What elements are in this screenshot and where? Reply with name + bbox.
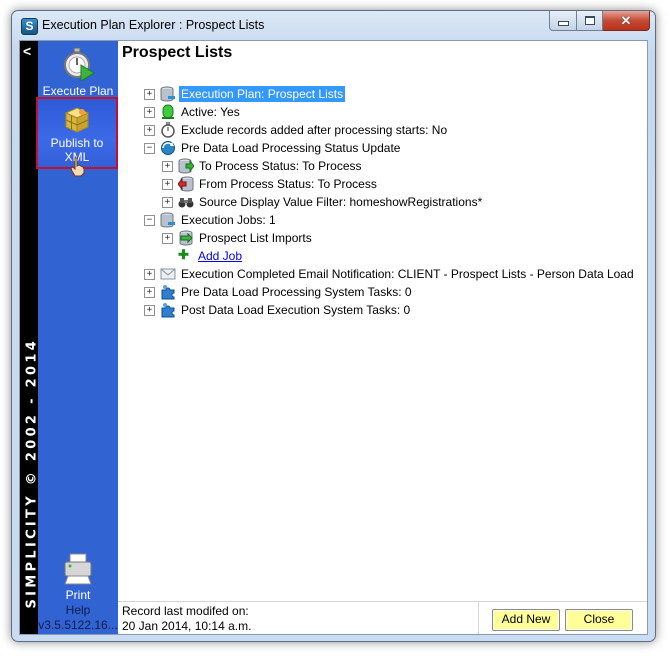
footer-divider: [478, 602, 479, 634]
tree-node-pre-data-load-status[interactable]: − Pre Data Load Processing Status Update: [144, 139, 402, 157]
add-job-label[interactable]: Add Job: [196, 248, 244, 264]
tree-label: Active: Yes: [181, 105, 240, 119]
title-bar[interactable]: S Execution Plan Explorer : Prospect Lis…: [12, 11, 655, 41]
expand-toggle[interactable]: +: [162, 196, 173, 208]
tree-node-to-process-status[interactable]: + To Process Status: To Process: [162, 157, 364, 175]
maximize-icon: [584, 16, 595, 25]
tree-node-active[interactable]: + Active: Yes: [144, 103, 242, 121]
tree-label: Pre Data Load Processing Status Update: [181, 141, 401, 155]
printer-icon: [64, 553, 92, 585]
puzzle-icon: [161, 303, 175, 318]
tree-label: Execution Jobs: 1: [181, 213, 276, 227]
database-red-arrow-icon: [178, 176, 194, 192]
version-text: v3.5.5122.16...: [38, 618, 118, 632]
tree-label: Source Display Value Filter: homeshowReg…: [199, 195, 483, 209]
modified-label: Record last modifed on:: [122, 604, 249, 618]
tree-label: Execution Plan: Prospect Lists: [179, 86, 346, 102]
close-button[interactable]: Close: [565, 609, 633, 631]
minimize-button[interactable]: [549, 11, 577, 31]
client-area: < SIMPLICITY © 2002 - 2014 Execute Plan: [19, 40, 648, 635]
database-green-arrow-icon: [178, 158, 194, 174]
page-title: Prospect Lists: [122, 44, 233, 61]
collapse-sidebar-button[interactable]: <: [23, 43, 31, 59]
minimize-icon: [557, 20, 569, 26]
execute-plan-button[interactable]: Execute Plan: [38, 47, 118, 98]
green-light-icon: [162, 104, 174, 119]
tree-label: Exclude records added after processing s…: [181, 123, 448, 137]
execute-plan-label: Execute Plan: [42, 84, 114, 98]
record-modified-info: Record last modifed on: 20 Jan 2014, 10:…: [122, 604, 251, 634]
expand-toggle[interactable]: +: [144, 286, 155, 298]
database-icon: [160, 86, 175, 102]
tree-node-source-display-filter[interactable]: + Source Display Value Filter: homeshowR…: [162, 193, 484, 211]
tree-node-from-process-status[interactable]: + From Process Status: To Process: [162, 175, 379, 193]
envelope-icon: [160, 268, 176, 280]
footer-bar: Record last modifed on: 20 Jan 2014, 10:…: [118, 601, 647, 634]
tree-node-execution-plan[interactable]: + Execution Plan: Prospect Lists: [144, 85, 346, 103]
main-panel: Prospect Lists + Execution Plan: Prospec…: [118, 41, 647, 634]
tree-label: Pre Data Load Processing System Tasks: 0: [181, 285, 412, 299]
tree-label: Post Data Load Execution System Tasks: 0: [181, 303, 411, 317]
tree-label: Prospect List Imports: [199, 231, 312, 245]
print-label: Print: [65, 588, 91, 602]
tree-node-email-notification[interactable]: + Execution Completed Email Notification…: [144, 265, 636, 283]
tree-label: Execution Completed Email Notification: …: [181, 267, 634, 281]
binoculars-icon: [178, 198, 194, 208]
plus-icon: ✚: [178, 247, 189, 262]
job-icon: [179, 230, 193, 246]
expand-toggle[interactable]: +: [144, 88, 155, 100]
refresh-globe-icon: [161, 141, 175, 155]
expand-toggle[interactable]: +: [144, 268, 155, 280]
hand-cursor-icon: [70, 157, 85, 177]
expand-toggle[interactable]: +: [144, 304, 155, 316]
app-window: S Execution Plan Explorer : Prospect Lis…: [11, 10, 656, 642]
close-icon: ✕: [620, 12, 632, 28]
expand-toggle[interactable]: +: [144, 124, 155, 136]
sidebar: Execute Plan Publish to XML Print Help v…: [36, 41, 118, 634]
tree-label: To Process Status: To Process: [199, 159, 362, 173]
database-icon: [160, 212, 175, 228]
expand-toggle[interactable]: +: [162, 178, 173, 190]
maximize-button[interactable]: [577, 11, 603, 31]
add-new-button[interactable]: Add New: [492, 609, 560, 631]
publish-to-xml-button[interactable]: Publish to XML: [36, 97, 118, 177]
help-link[interactable]: Help: [38, 603, 118, 617]
add-job-link[interactable]: ✚ Add Job: [178, 247, 244, 265]
tree-node-execution-jobs[interactable]: − Execution Jobs: 1: [144, 211, 278, 229]
stopwatch-icon: [161, 122, 175, 138]
print-button[interactable]: Print: [38, 553, 118, 602]
close-window-button[interactable]: ✕: [603, 11, 650, 31]
window-title: Execution Plan Explorer : Prospect Lists: [42, 18, 265, 32]
tree-node-post-system-tasks[interactable]: + Post Data Load Execution System Tasks:…: [144, 301, 412, 319]
collapse-toggle[interactable]: −: [144, 214, 155, 226]
expand-toggle[interactable]: +: [144, 106, 155, 118]
collapse-toggle[interactable]: −: [144, 142, 155, 154]
app-icon[interactable]: S: [21, 18, 38, 35]
tree-node-prospect-list-imports[interactable]: + Prospect List Imports: [162, 229, 314, 247]
tree-node-pre-system-tasks[interactable]: + Pre Data Load Processing System Tasks:…: [144, 283, 414, 301]
publish-label-line1: Publish to: [50, 136, 104, 150]
window-controls: ✕: [549, 11, 650, 31]
expand-toggle[interactable]: +: [162, 232, 173, 244]
tree-node-exclude-records[interactable]: + Exclude records added after processing…: [144, 121, 449, 139]
package-icon: [64, 107, 90, 133]
expand-toggle[interactable]: +: [162, 160, 173, 172]
puzzle-icon: [161, 285, 175, 300]
stopwatch-play-icon: [64, 47, 95, 82]
modified-value: 20 Jan 2014, 10:14 a.m.: [122, 619, 252, 633]
tree-label: From Process Status: To Process: [199, 177, 377, 191]
